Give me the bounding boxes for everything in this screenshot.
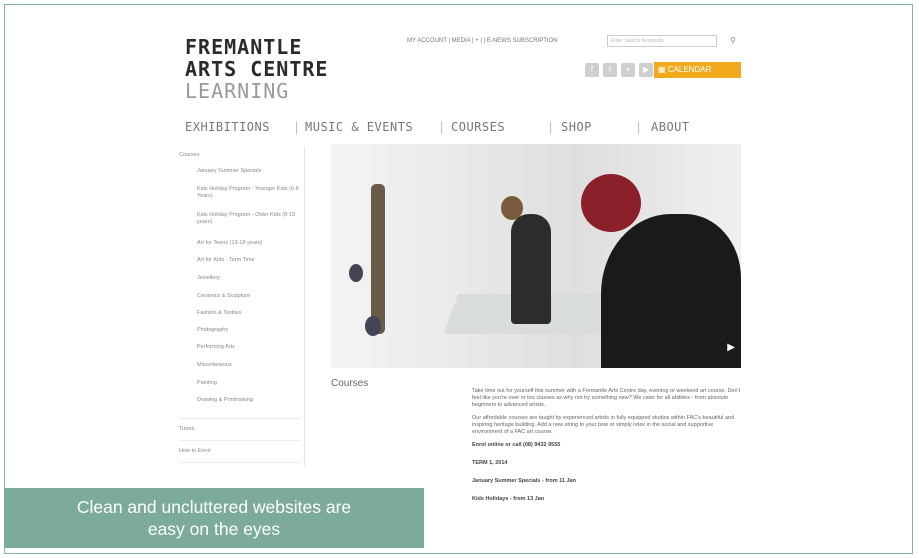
sidebar-item[interactable]: Art for Teens (13-18 years) [197, 240, 301, 247]
divider [179, 462, 301, 463]
flickr-icon[interactable]: • [621, 63, 635, 77]
nav-separator: | [438, 120, 446, 134]
search-icon[interactable]: ⚲ [730, 37, 740, 45]
nav-separator: | [547, 120, 555, 134]
course-link[interactable]: January Summer Specials - from 11 Jan [472, 478, 742, 485]
social-icons: f t • ▶ [585, 63, 653, 77]
hero-image: ▶ [331, 144, 741, 368]
hanging-wheel [349, 264, 363, 282]
intro-paragraph: Our affordable courses are taught by exp… [472, 415, 735, 435]
person-foreground-head [581, 174, 641, 232]
nav-item-music-events[interactable]: MUSIC & EVENTS [305, 120, 413, 134]
top-links[interactable]: MY ACCOUNT | MEDIA | + | | E-NEWS SUBSCR… [407, 38, 558, 44]
sidebar-item[interactable]: Miscellaneous [197, 362, 301, 369]
nav-item-shop[interactable]: SHOP [561, 120, 592, 134]
sidebar-item[interactable]: Art for Kids - Term Time [197, 257, 301, 264]
youtube-icon[interactable]: ▶ [639, 63, 653, 77]
next-slide-icon[interactable]: ▶ [727, 342, 735, 353]
sidebar-item[interactable]: Jewellery [197, 275, 301, 282]
nav-separator: | [293, 120, 301, 134]
site-logo[interactable]: FREMANTLE ARTS CENTRE LEARNING [185, 36, 328, 102]
nav-separator: | [635, 120, 643, 134]
caption-line-1: Clean and uncluttered websites are [76, 497, 352, 517]
sidebar-item[interactable]: Painting [197, 380, 301, 387]
main-nav: EXHIBITIONS | MUSIC & EVENTS | COURSES |… [185, 120, 745, 138]
nav-item-about[interactable]: ABOUT [651, 120, 690, 134]
sidebar-item[interactable]: Kids Holiday Program - Older Kids (8-13 … [197, 212, 301, 226]
enrol-link[interactable]: Enrol online or call (08) 9432 9555 [472, 442, 742, 449]
intro-paragraph: Take time out for yourself this summer w… [472, 388, 741, 408]
hanging-tool [371, 184, 385, 334]
caption-banner: Clean and uncluttered websites are easy … [4, 488, 424, 548]
sidebar-item[interactable]: Fashion & Textiles [197, 310, 301, 317]
logo-line-3: LEARNING [185, 79, 290, 103]
sidebar: Courses January Summer Specials Kids Hol… [179, 146, 305, 466]
term-heading: TERM 1, 2014 [472, 460, 508, 466]
person-background [511, 214, 551, 324]
sidebar-item-how-to-enrol[interactable]: How to Enrol [179, 448, 301, 455]
divider [179, 418, 301, 419]
sidebar-item[interactable]: Performing Arts [197, 344, 301, 351]
nav-item-courses[interactable]: COURSES [451, 120, 505, 134]
website: FREMANTLE ARTS CENTRE LEARNING MY ACCOUN… [175, 0, 750, 558]
course-link[interactable]: Kids Holidays - from 13 Jan [472, 496, 742, 503]
sidebar-item[interactable]: Ceramics & Sculpture [197, 293, 301, 300]
logo-line-1: FREMANTLE [185, 35, 303, 59]
sidebar-item[interactable]: January Summer Specials [197, 168, 301, 175]
nav-item-exhibitions[interactable]: EXHIBITIONS [185, 120, 270, 134]
facebook-icon[interactable]: f [585, 63, 599, 77]
calendar-icon: ▦ [658, 65, 668, 74]
sidebar-item[interactable]: Kids Holiday Program - Younger Kids (6-8… [197, 186, 301, 200]
calendar-label: CALENDAR [667, 65, 712, 74]
sidebar-item-courses[interactable]: Courses [179, 152, 301, 159]
calendar-button[interactable]: ▦ CALENDAR [654, 62, 741, 78]
divider [179, 440, 301, 441]
hanging-wheel [365, 316, 381, 336]
sidebar-item-tutors[interactable]: Tutors [179, 426, 301, 433]
caption-line-2: easy on the eyes [147, 519, 281, 539]
person-foreground [601, 214, 741, 368]
logo-line-2: ARTS CENTRE [185, 57, 329, 81]
sidebar-item[interactable]: Photography [197, 327, 301, 334]
main-content: Take time out for yourself this summer w… [472, 388, 742, 514]
section-title: Courses [331, 378, 369, 389]
search-input[interactable]: Enter Search Keywords [607, 35, 717, 47]
sidebar-item[interactable]: Drawing & Printmaking [197, 397, 301, 404]
twitter-icon[interactable]: t [603, 63, 617, 77]
